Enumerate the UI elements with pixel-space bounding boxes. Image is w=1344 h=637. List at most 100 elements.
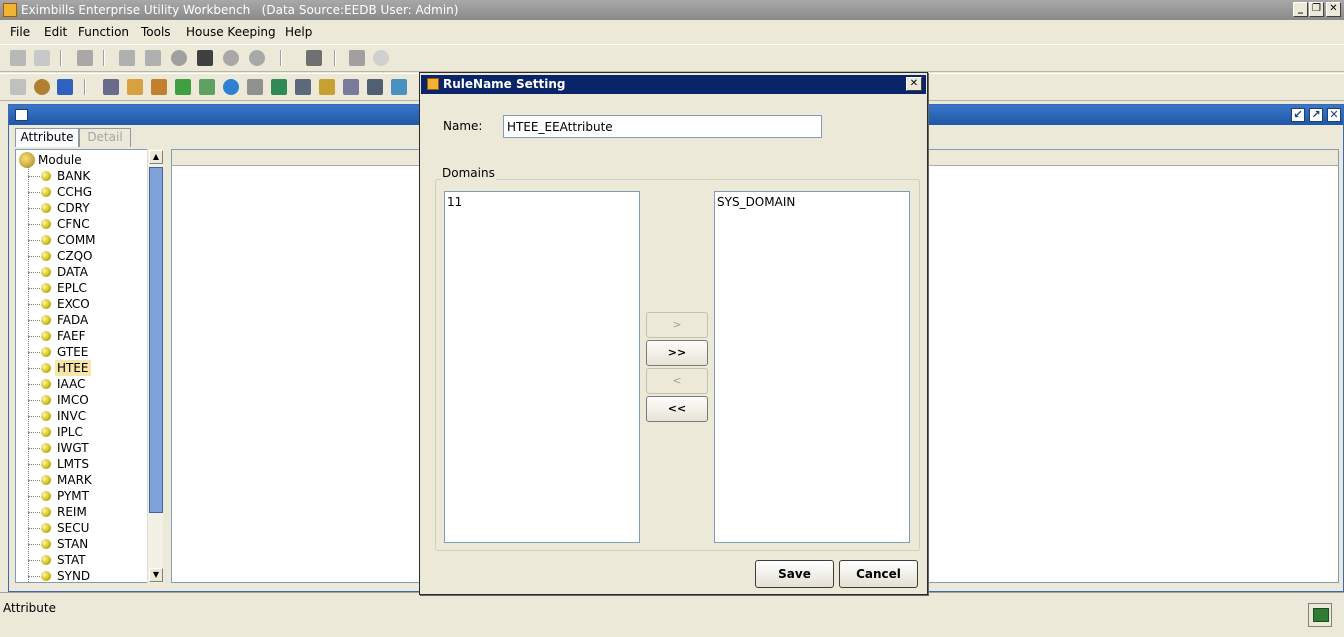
- menu-edit[interactable]: Edit: [44, 25, 67, 39]
- dialog-title-bar[interactable]: RuleName Setting ✕: [421, 75, 926, 94]
- print-icon[interactable]: [306, 50, 322, 66]
- menu-file[interactable]: File: [10, 25, 30, 39]
- status-monitor-icon[interactable]: [1308, 603, 1332, 627]
- database-icon[interactable]: [57, 79, 73, 95]
- tree-item[interactable]: IWGT: [28, 440, 158, 456]
- module-bullet-icon: [41, 203, 51, 213]
- tree-item[interactable]: STAT: [28, 552, 158, 568]
- module-bullet-icon: [41, 315, 51, 325]
- tree-item[interactable]: CCHG: [28, 184, 158, 200]
- tree-item[interactable]: INVC: [28, 408, 158, 424]
- selected-domains-list[interactable]: SYS_DOMAIN: [714, 191, 910, 543]
- tree-item[interactable]: MARK: [28, 472, 158, 488]
- menu-house-keeping[interactable]: House Keeping: [186, 25, 276, 39]
- tree-item-label: STAT: [57, 553, 86, 567]
- dialog-close-button[interactable]: ✕: [906, 77, 922, 91]
- tree-item[interactable]: DATA: [28, 264, 158, 280]
- tree-item[interactable]: FADA: [28, 312, 158, 328]
- settings-icon[interactable]: [319, 79, 335, 95]
- tree-item[interactable]: PYMT: [28, 488, 158, 504]
- tree-item[interactable]: IMCO: [28, 392, 158, 408]
- save-disk-icon[interactable]: [77, 50, 93, 66]
- tree-item[interactable]: CZQO: [28, 248, 158, 264]
- globe-icon[interactable]: [223, 79, 239, 95]
- tree-item[interactable]: REIM: [28, 504, 158, 520]
- module-tree[interactable]: Module BANK CCHG CDRY CFNC COMM CZQO DATA EPLC E…: [15, 149, 163, 583]
- app-title-bar[interactable]: Eximbills Enterprise Utility Workbench (…: [0, 0, 1344, 20]
- tree-item-label: CZQO: [57, 249, 93, 263]
- scroll-down-arrow[interactable]: ▼: [149, 568, 163, 582]
- name-input[interactable]: [503, 115, 822, 138]
- tree-item[interactable]: BANK: [28, 168, 158, 184]
- save-button[interactable]: Save: [755, 560, 834, 588]
- tree-item[interactable]: COMM: [28, 232, 158, 248]
- edit-icon[interactable]: [119, 50, 135, 66]
- open-doc-icon[interactable]: [34, 50, 50, 66]
- close-button[interactable]: ✕: [1326, 2, 1341, 17]
- book-icon[interactable]: [10, 79, 26, 95]
- move-right-button[interactable]: >: [646, 312, 708, 338]
- unlock-icon[interactable]: [249, 50, 265, 66]
- tree-item[interactable]: SYND: [28, 568, 158, 582]
- minimize-button[interactable]: _: [1293, 2, 1308, 17]
- inner-maximize-button[interactable]: ↗: [1309, 108, 1323, 122]
- tree-item[interactable]: STAN: [28, 536, 158, 552]
- computer-icon[interactable]: [103, 79, 119, 95]
- list-item[interactable]: 11: [447, 195, 462, 209]
- binoculars-icon[interactable]: [197, 50, 213, 66]
- tools-icon[interactable]: [271, 79, 287, 95]
- tree-item-label: FADA: [57, 313, 89, 327]
- window-icon[interactable]: [349, 50, 365, 66]
- menu-function[interactable]: Function: [78, 25, 129, 39]
- tree-item[interactable]: EXCO: [28, 296, 158, 312]
- tree-item-label: SECU: [57, 521, 90, 535]
- tree-item[interactable]: LMTS: [28, 456, 158, 472]
- tree-item[interactable]: FAEF: [28, 328, 158, 344]
- tree-item[interactable]: IPLC: [28, 424, 158, 440]
- tab-detail[interactable]: Detail: [79, 128, 131, 147]
- tree-item[interactable]: CDRY: [28, 200, 158, 216]
- tree-item[interactable]: HTEE: [28, 360, 158, 376]
- move-all-right-button[interactable]: >>: [646, 340, 708, 366]
- available-domains-list[interactable]: 11: [444, 191, 640, 543]
- tree-item[interactable]: SECU: [28, 520, 158, 536]
- tree-item-label: EPLC: [57, 281, 87, 295]
- copy-icon[interactable]: [145, 50, 161, 66]
- tree-scrollbar[interactable]: ▲ ▼: [147, 149, 163, 583]
- move-all-left-button[interactable]: <<: [646, 396, 708, 422]
- tab-attribute[interactable]: Attribute: [15, 128, 79, 147]
- module-gear-icon: [19, 152, 35, 168]
- scroll-up-arrow[interactable]: ▲: [149, 150, 163, 164]
- lock-icon[interactable]: [223, 50, 239, 66]
- folder-icon[interactable]: [127, 79, 143, 95]
- tree-item-label: IAAC: [57, 377, 86, 391]
- tree-item[interactable]: GTEE: [28, 344, 158, 360]
- stack-icon[interactable]: [151, 79, 167, 95]
- list-item[interactable]: SYS_DOMAIN: [717, 195, 795, 209]
- menu-help[interactable]: Help: [285, 25, 312, 39]
- help-bubble-icon[interactable]: [373, 50, 389, 66]
- gear-icon[interactable]: [34, 79, 50, 95]
- inner-close-button[interactable]: ✕: [1327, 108, 1341, 122]
- document-icon[interactable]: [247, 79, 263, 95]
- module-bullet-icon: [41, 267, 51, 277]
- box-icon[interactable]: [175, 79, 191, 95]
- tree-item[interactable]: CFNC: [28, 216, 158, 232]
- tree-item[interactable]: IAAC: [28, 376, 158, 392]
- cancel-button[interactable]: Cancel: [839, 560, 918, 588]
- network-icon[interactable]: [343, 79, 359, 95]
- refresh-icon[interactable]: [391, 79, 407, 95]
- restore-button[interactable]: ❐: [1309, 2, 1324, 17]
- status-text: Attribute: [3, 601, 56, 615]
- users-icon[interactable]: [295, 79, 311, 95]
- move-left-button[interactable]: <: [646, 368, 708, 394]
- delete-icon[interactable]: [171, 50, 187, 66]
- new-doc-icon[interactable]: [10, 50, 26, 66]
- tree-item[interactable]: EPLC: [28, 280, 158, 296]
- monitor-icon[interactable]: [367, 79, 383, 95]
- inner-minimize-button[interactable]: ↙: [1291, 108, 1305, 122]
- pen-icon[interactable]: [199, 79, 215, 95]
- menu-bar: File Edit Function Tools House Keeping H…: [0, 22, 1344, 44]
- menu-tools[interactable]: Tools: [141, 25, 171, 39]
- scroll-thumb[interactable]: [149, 167, 163, 513]
